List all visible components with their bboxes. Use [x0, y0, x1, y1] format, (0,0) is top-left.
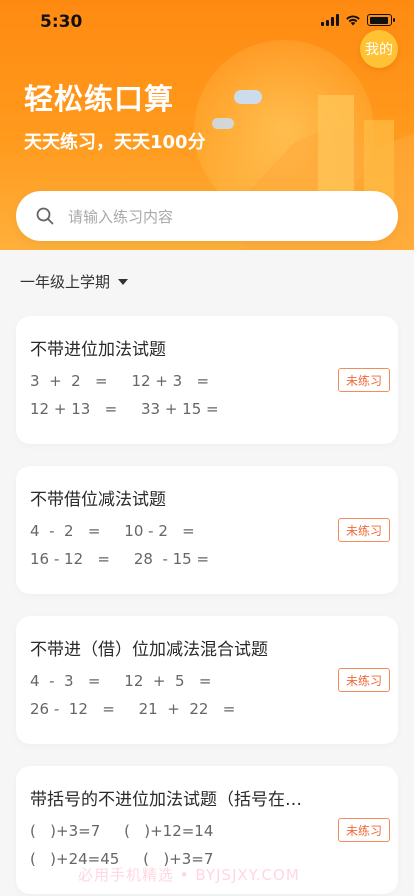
caret-down-icon	[118, 278, 129, 285]
search-placeholder: 请输入练习内容	[68, 207, 174, 226]
signal-icon	[321, 14, 339, 26]
status-badge: 未练习	[337, 368, 390, 392]
exercise-card[interactable]: 不带借位减法试题 4 - 2 = 10 - 2 = 16 - 12 = 28 -…	[16, 466, 398, 594]
card-example-row: ( )+3=7 ( )+12=14	[30, 822, 214, 840]
watermark: 必用手机精选 • BYJSJXY.COM	[78, 866, 300, 884]
card-title: 不带借位减法试题	[30, 490, 166, 510]
grade-label: 一年级上学期	[20, 273, 111, 291]
grade-selector[interactable]: 一年级上学期	[20, 271, 129, 292]
banner-cloud	[234, 90, 262, 104]
wifi-icon	[346, 15, 360, 26]
card-example-row: 26 - 12 = 21 + 22 =	[30, 700, 236, 718]
card-example-row: 12 + 13 = 33 + 15 =	[30, 400, 219, 418]
status-icons	[321, 14, 395, 26]
exercise-card[interactable]: 不带进位加法试题 3 + 2 = 12 + 3 = 12 + 13 = 33 +…	[16, 316, 398, 444]
page-subtitle: 天天练习，天天100分	[24, 132, 206, 153]
my-profile-button[interactable]: 我的	[360, 30, 398, 68]
battery-icon	[367, 14, 395, 26]
card-title: 不带进位加法试题	[30, 340, 166, 360]
card-example-row: 3 + 2 = 12 + 3 =	[30, 372, 210, 390]
search-input[interactable]: 请输入练习内容	[16, 191, 398, 241]
card-example-row: 4 - 3 = 12 + 5 =	[30, 672, 212, 690]
status-time: 5:30	[40, 12, 83, 32]
status-badge: 未练习	[337, 668, 390, 692]
card-title: 带括号的不进位加法试题（括号在…	[30, 790, 302, 810]
card-example-row: 4 - 2 = 10 - 2 =	[30, 522, 195, 540]
search-icon	[36, 207, 54, 225]
card-title: 不带进（借）位加减法混合试题	[30, 640, 268, 660]
card-example-row: 16 - 12 = 28 - 15 =	[30, 550, 210, 568]
banner-cloud-2	[212, 118, 234, 129]
status-badge: 未练习	[337, 518, 390, 542]
status-badge: 未练习	[337, 818, 390, 842]
page-title: 轻松练口算	[24, 82, 175, 116]
exercise-card[interactable]: 不带进（借）位加减法混合试题 4 - 3 = 12 + 5 = 26 - 12 …	[16, 616, 398, 744]
